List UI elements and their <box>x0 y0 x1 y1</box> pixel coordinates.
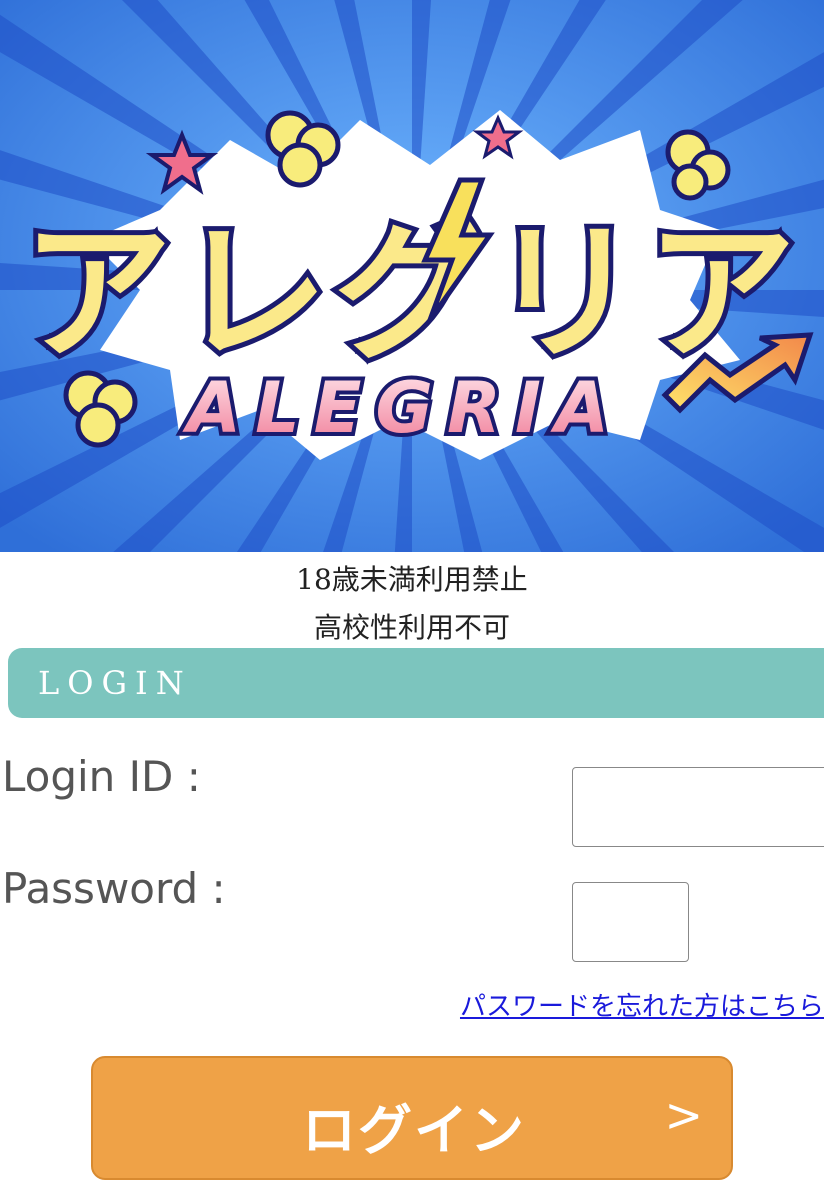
login-section-header: LOGIN <box>8 648 824 718</box>
banner-artwork: アレグリア ALEGRIA <box>0 0 824 552</box>
password-label: Password : <box>2 864 226 913</box>
high-school-restriction-notice: 高校性利用不可 <box>313 611 510 644</box>
chevron-right-icon: > <box>664 1088 703 1142</box>
age-restriction-notice: 18歳未満利用禁止 <box>296 563 528 596</box>
forgot-password-link[interactable]: パスワードを忘れた方はこちら <box>460 986 824 1023</box>
login-button[interactable]: ログイン > <box>91 1056 733 1180</box>
hero-banner: アレグリア ALEGRIA <box>0 0 824 552</box>
password-input[interactable] <box>572 882 689 962</box>
logo-katakana: アレグリア <box>22 207 802 381</box>
logo-latin: ALEGRIA <box>182 367 623 449</box>
login-button-label: ログイン <box>302 1099 526 1162</box>
login-id-input[interactable] <box>572 767 824 847</box>
login-section-title: LOGIN <box>38 664 192 702</box>
login-id-label: Login ID : <box>2 752 201 801</box>
